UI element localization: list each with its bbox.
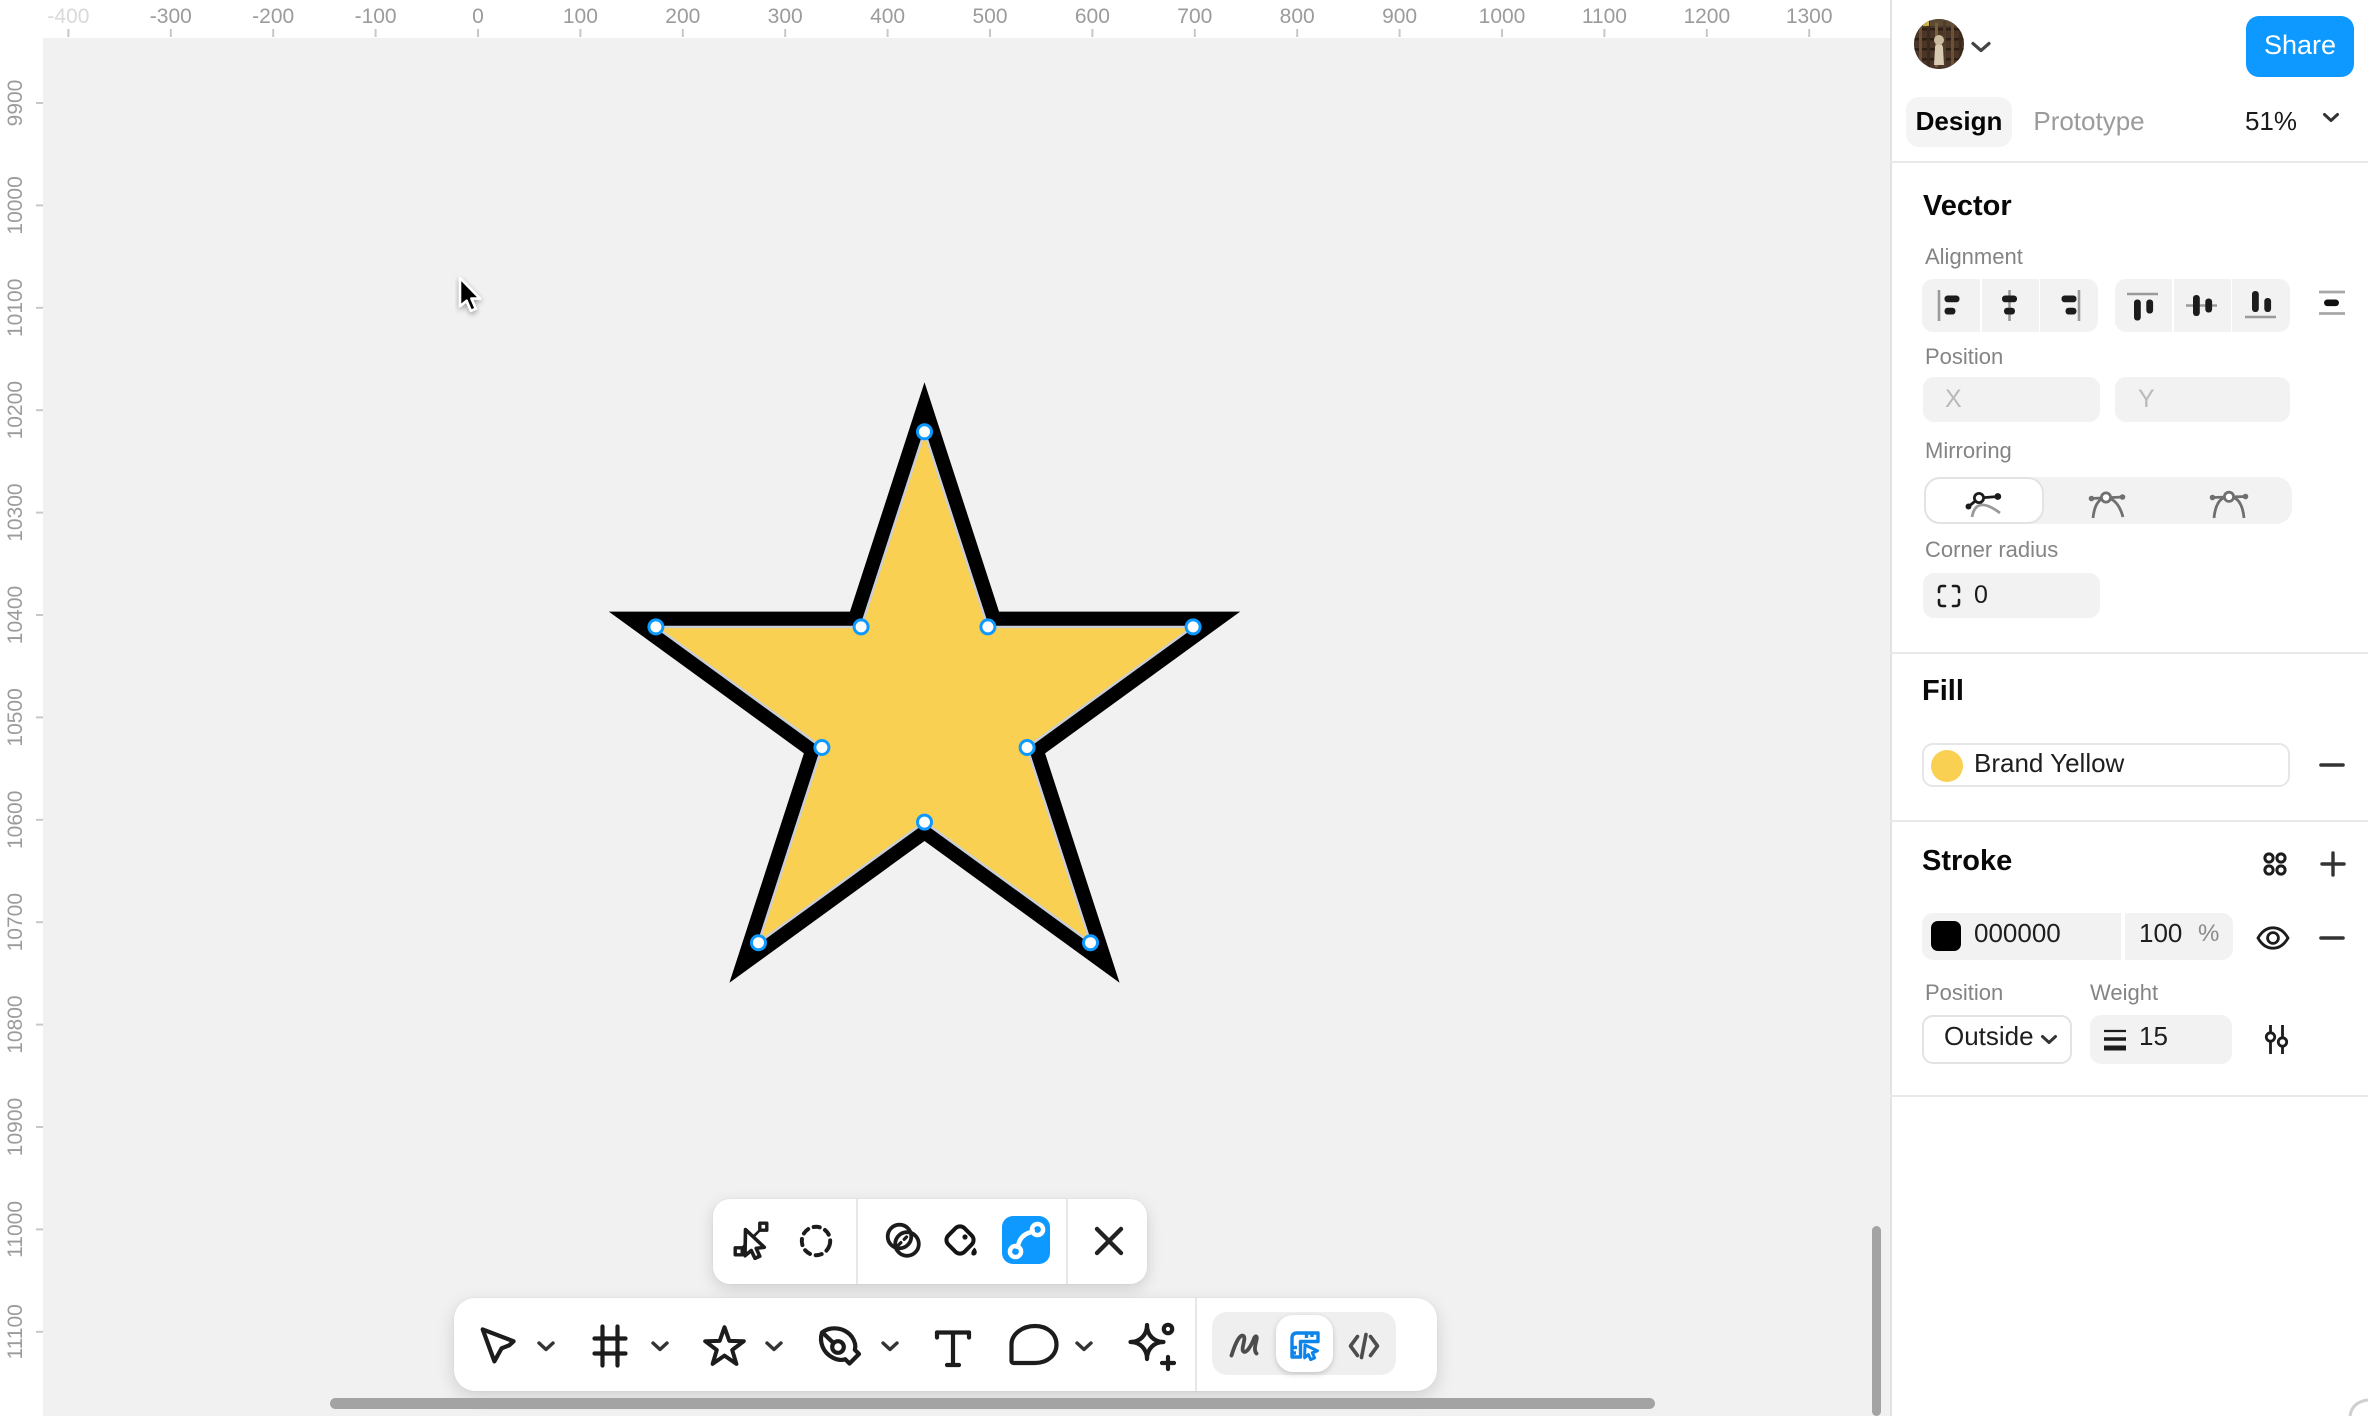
svg-text:600: 600: [1075, 5, 1110, 28]
svg-text:11000: 11000: [4, 1201, 27, 1258]
svg-text:11100: 11100: [4, 1304, 27, 1359]
svg-text:0: 0: [472, 5, 484, 28]
svg-text:1100: 1100: [1582, 5, 1627, 28]
svg-text:100: 100: [563, 5, 598, 28]
svg-text:10300: 10300: [4, 483, 27, 541]
svg-text:9900: 9900: [4, 80, 27, 127]
svg-text:1200: 1200: [1683, 5, 1730, 28]
svg-text:500: 500: [972, 5, 1007, 28]
svg-text:10800: 10800: [4, 995, 27, 1053]
svg-text:200: 200: [665, 5, 700, 28]
svg-text:10500: 10500: [4, 688, 27, 746]
svg-text:300: 300: [768, 5, 803, 28]
svg-text:-400: -400: [47, 5, 89, 28]
svg-text:10000: 10000: [4, 176, 27, 234]
svg-text:1000: 1000: [1479, 5, 1526, 28]
svg-text:-100: -100: [355, 5, 397, 28]
svg-text:10100: 10100: [4, 279, 27, 337]
svg-text:1300: 1300: [1786, 5, 1833, 28]
svg-text:400: 400: [870, 5, 905, 28]
svg-text:-300: -300: [150, 5, 192, 28]
svg-text:700: 700: [1177, 5, 1212, 28]
svg-text:10600: 10600: [4, 791, 27, 849]
svg-text:10900: 10900: [4, 1098, 27, 1156]
svg-text:-200: -200: [252, 5, 294, 28]
svg-text:10200: 10200: [4, 381, 27, 439]
svg-text:900: 900: [1382, 5, 1417, 28]
svg-text:10700: 10700: [4, 893, 27, 951]
svg-text:800: 800: [1280, 5, 1315, 28]
svg-text:10400: 10400: [4, 586, 27, 644]
